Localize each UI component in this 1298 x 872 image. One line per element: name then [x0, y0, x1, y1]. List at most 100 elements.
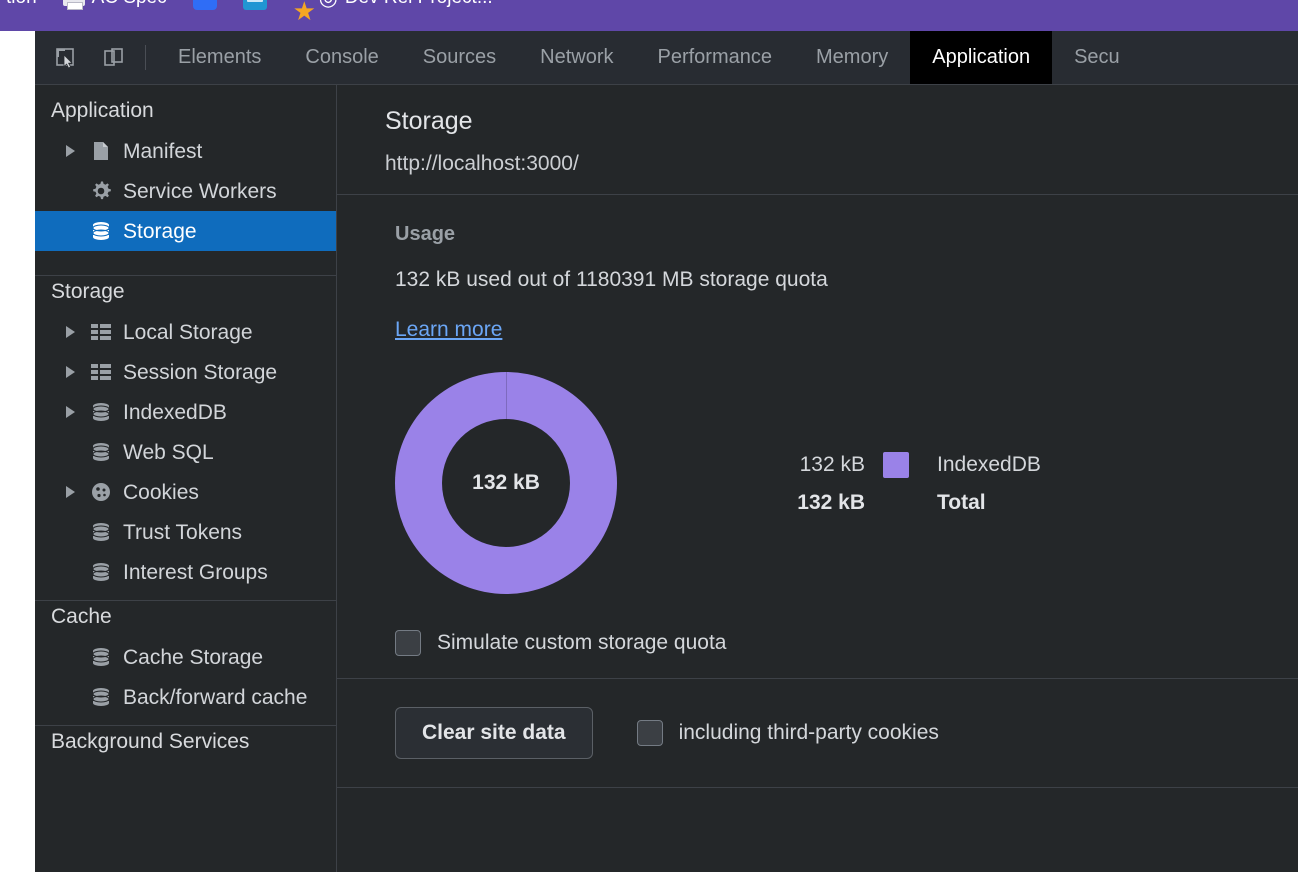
sidebar-item-manifest[interactable]: Manifest — [35, 131, 336, 171]
sidebar-item-label: Trust Tokens — [123, 520, 243, 544]
origin-label: http://localhost:3000/ — [385, 152, 579, 175]
sidebar-item-cookies[interactable]: Cookies — [35, 472, 336, 512]
device-toolbar-icon[interactable] — [97, 41, 131, 75]
usage-donut-chart: 132 kB — [395, 372, 617, 594]
blue-app-icon — [192, 0, 217, 10]
sidebar-item-label: Cookies — [123, 480, 199, 504]
sidebar-item-label: Interest Groups — [123, 560, 268, 584]
legend-row-total: 132 kB Total — [745, 484, 1041, 522]
application-sidebar: Application Manifest Service Workers Sto… — [35, 85, 337, 872]
sidebar-item-web-sql[interactable]: Web SQL — [35, 432, 336, 472]
sidebar-item-local-storage[interactable]: Local Storage — [35, 312, 336, 352]
bookmark-item[interactable]: ◎ Dev Rel Project... — [319, 0, 493, 11]
screenshot-root: tion AC Spec ★ ◎ Dev Rel Project... — [0, 0, 1298, 872]
document-icon — [89, 139, 113, 163]
bookmark-item[interactable]: AC Spec — [62, 0, 167, 10]
tab-network[interactable]: Network — [518, 31, 635, 84]
tab-sources[interactable]: Sources — [401, 31, 518, 84]
clear-site-data-section: Clear site data including third-party co… — [337, 679, 1298, 788]
toolbar-divider — [145, 45, 146, 70]
sidebar-item-storage[interactable]: Storage — [35, 211, 336, 251]
page-title: Storage — [385, 107, 473, 135]
sidebar-item-label: IndexedDB — [123, 400, 227, 424]
donut-ring[interactable]: 132 kB — [395, 372, 617, 594]
database-icon — [89, 219, 113, 243]
sidebar-group-title: Cache — [51, 605, 112, 628]
database-icon — [89, 645, 113, 669]
clear-site-data-button[interactable]: Clear site data — [395, 707, 593, 759]
database-icon — [89, 400, 113, 424]
usage-legend: 132 kB IndexedDB 132 kB Total — [745, 446, 1041, 522]
devtools-tool-buttons — [35, 31, 131, 84]
chevron-right-icon[interactable] — [65, 405, 79, 419]
chevron-right-icon[interactable] — [65, 325, 79, 339]
simulate-quota-checkbox[interactable] — [395, 630, 421, 656]
learn-more-link[interactable]: Learn more — [395, 318, 502, 342]
inspect-element-icon[interactable] — [49, 41, 83, 75]
printer-icon — [62, 0, 85, 10]
devrel-icon: ◎ — [319, 0, 338, 11]
usage-heading: Usage — [395, 223, 456, 245]
browser-bookmarks-bar: tion AC Spec ★ ◎ Dev Rel Project... — [0, 0, 1298, 31]
tab-application[interactable]: Application — [910, 31, 1053, 84]
donut-center-label: 132 kB — [472, 471, 540, 494]
tab-performance[interactable]: Performance — [636, 31, 795, 84]
sidebar-group-application: Application Manifest Service Workers Sto… — [35, 85, 336, 276]
slides-icon — [242, 0, 267, 10]
legend-total-label: Total — [937, 491, 986, 514]
chevron-placeholder — [65, 525, 79, 539]
sidebar-group-background-services: Background Services — [35, 726, 336, 770]
sidebar-item-back-forward-cache[interactable]: Back/forward cache — [35, 677, 336, 717]
donut-hole: 132 kB — [442, 419, 570, 547]
chevron-placeholder — [65, 224, 79, 238]
chevron-right-icon[interactable] — [65, 144, 79, 158]
simulate-quota-row[interactable]: Simulate custom storage quota — [395, 630, 1298, 656]
chevron-placeholder — [65, 184, 79, 198]
database-icon — [89, 685, 113, 709]
third-party-cookies-label: including third-party cookies — [678, 721, 939, 744]
database-icon — [89, 440, 113, 464]
sidebar-item-service-workers[interactable]: Service Workers — [35, 171, 336, 211]
tab-security[interactable]: Secu — [1052, 31, 1142, 84]
bookmark-item[interactable] — [192, 0, 217, 10]
sidebar-item-session-storage[interactable]: Session Storage — [35, 352, 336, 392]
database-icon — [89, 520, 113, 544]
devtools-tabs: Elements Console Sources Network Perform… — [156, 31, 1142, 84]
bookmark-label: Dev Rel Project... — [345, 0, 493, 9]
chevron-right-icon[interactable] — [65, 485, 79, 499]
usage-section: Usage 132 kB used out of 1180391 MB stor… — [337, 195, 1298, 679]
bookmark-item[interactable]: tion — [6, 0, 37, 9]
legend-total-value: 132 kB — [797, 491, 865, 514]
sidebar-item-cache-storage[interactable]: Cache Storage — [35, 637, 336, 677]
sidebar-group-title: Application — [51, 99, 154, 122]
simulate-quota-label: Simulate custom storage quota — [437, 631, 727, 654]
sidebar-item-label: Cache Storage — [123, 645, 264, 669]
table-icon — [89, 360, 113, 384]
bookmark-item[interactable] — [242, 0, 267, 10]
sidebar-item-trust-tokens[interactable]: Trust Tokens — [35, 512, 336, 552]
devtools-tabstrip: Elements Console Sources Network Perform… — [35, 31, 1298, 85]
sidebar-item-indexeddb[interactable]: IndexedDB — [35, 392, 336, 432]
devtools-body: Application Manifest Service Workers Sto… — [35, 85, 1298, 872]
sidebar-item-label: Web SQL — [123, 440, 214, 464]
devtools-window: Elements Console Sources Network Perform… — [35, 31, 1298, 872]
third-party-cookies-row[interactable]: including third-party cookies — [636, 720, 939, 746]
chevron-placeholder — [65, 565, 79, 579]
storage-panel: Storage http://localhost:3000/ Usage 132… — [337, 85, 1298, 872]
chevron-placeholder — [65, 690, 79, 704]
legend-color-swatch — [883, 452, 909, 478]
usage-chart-row: 132 kB 132 kB IndexedDB 132 kB Total — [395, 372, 1298, 594]
sidebar-group-title: Storage — [51, 280, 125, 303]
database-icon — [89, 560, 113, 584]
third-party-cookies-checkbox[interactable] — [636, 720, 663, 746]
tab-console[interactable]: Console — [283, 31, 400, 84]
tab-memory[interactable]: Memory — [794, 31, 910, 84]
sidebar-item-label: Manifest — [123, 139, 203, 163]
sidebar-item-interest-groups[interactable]: Interest Groups — [35, 552, 336, 592]
sidebar-group-title: Background Services — [51, 730, 250, 753]
tab-elements[interactable]: Elements — [156, 31, 283, 84]
chevron-right-icon[interactable] — [65, 365, 79, 379]
legend-row[interactable]: 132 kB IndexedDB — [745, 446, 1041, 484]
legend-label: IndexedDB — [937, 453, 1041, 476]
